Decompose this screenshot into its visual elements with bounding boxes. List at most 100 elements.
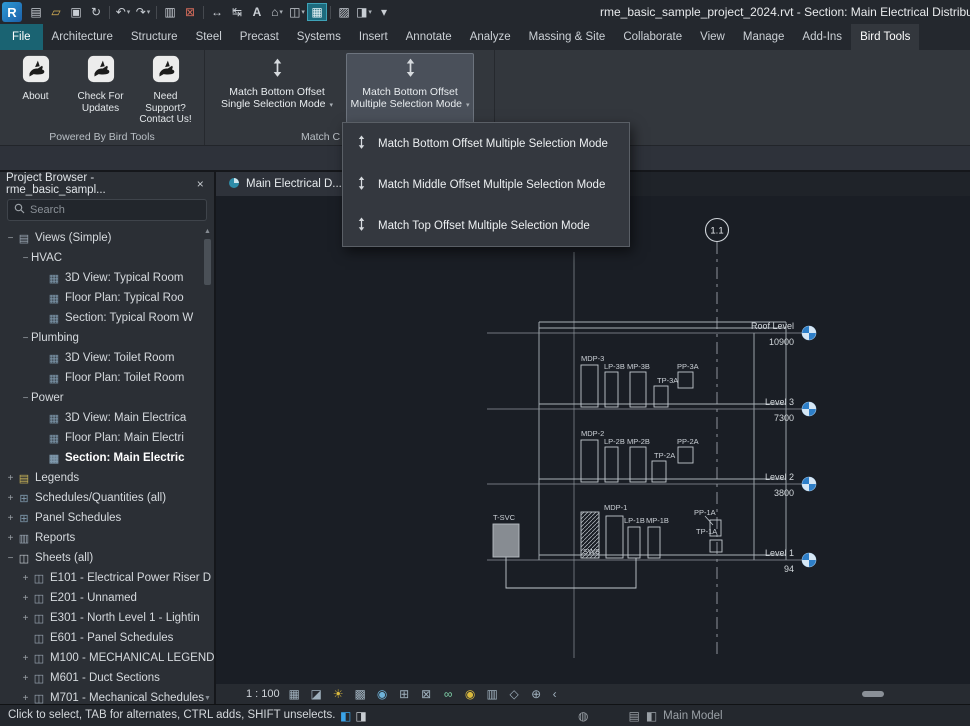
- section-icon[interactable]: ◫▾: [287, 3, 307, 21]
- render-icon[interactable]: ▦: [307, 3, 327, 21]
- tree-item-hvac[interactable]: −HVAC: [0, 248, 214, 268]
- expander-icon[interactable]: −: [20, 253, 31, 264]
- tree-item-floor-plan-typical-roo[interactable]: ▦Floor Plan: Typical Roo: [0, 288, 214, 308]
- ribbon-tab-collaborate[interactable]: Collaborate: [614, 24, 691, 50]
- revit-logo[interactable]: R: [2, 2, 22, 22]
- dropdown-caret-icon[interactable]: ▾: [127, 8, 131, 16]
- scrollbar-thumb[interactable]: [204, 239, 211, 285]
- menu-item-match-bottom-offset-multiple-selection-mode[interactable]: Match Bottom Offset Multiple Selection M…: [343, 123, 629, 164]
- tree-item-power[interactable]: −Power: [0, 388, 214, 408]
- tree-item-floor-plan-toilet-room[interactable]: ▦Floor Plan: Toilet Room: [0, 368, 214, 388]
- expander-icon[interactable]: +: [5, 533, 16, 544]
- editable-items-icon[interactable]: ◍: [578, 709, 588, 723]
- view-tab-main-electrical[interactable]: Main Electrical D...: [216, 172, 355, 196]
- ribbon-tab-add-ins[interactable]: Add-Ins: [793, 24, 851, 50]
- temporary-hide-icon[interactable]: ∞: [441, 687, 456, 701]
- document-icon[interactable]: ▤: [26, 3, 46, 21]
- qat-customize-icon[interactable]: ▾: [374, 3, 394, 21]
- thin-lines-icon[interactable]: ▨: [334, 3, 354, 21]
- show-crop-icon[interactable]: ⊠: [419, 687, 434, 701]
- ribbon-tab-annotate[interactable]: Annotate: [397, 24, 461, 50]
- expander-icon[interactable]: +: [20, 693, 31, 704]
- expander-icon[interactable]: −: [5, 233, 16, 244]
- expander-icon[interactable]: +: [5, 473, 16, 484]
- section-drawing[interactable]: 1.1MDP-3LP-3BMP-3BTP-3APP-3AMDP-2LP-2BMP…: [216, 196, 970, 684]
- level-level-1[interactable]: Level 194: [765, 548, 816, 574]
- tree-item-e101-electrical-power-riser-d[interactable]: +◫E101 - Electrical Power Riser D: [0, 568, 214, 588]
- tree-item-views-simple[interactable]: −▤Views (Simple): [0, 228, 214, 248]
- tree-item-plumbing[interactable]: −Plumbing: [0, 328, 214, 348]
- check-for-updates-button[interactable]: Check For Updates: [68, 53, 133, 127]
- tree-item-sheets-all[interactable]: −◫Sheets (all): [0, 548, 214, 568]
- temporary-view-properties-icon[interactable]: ▥: [485, 687, 500, 701]
- project-browser-header[interactable]: Project Browser - rme_basic_sampl... ×: [0, 172, 214, 196]
- aligned-dimension-icon[interactable]: ↹: [227, 3, 247, 21]
- active-workset-icon[interactable]: ▤: [628, 709, 639, 723]
- sun-path-icon[interactable]: ☀: [331, 687, 346, 701]
- tree-item-e301-north-level-1-lightin[interactable]: +◫E301 - North Level 1 - Lightin: [0, 608, 214, 628]
- more-controls-icon[interactable]: ‹: [553, 687, 557, 701]
- search-input[interactable]: [30, 204, 200, 216]
- tree-item-reports[interactable]: +▥Reports: [0, 528, 214, 548]
- level-level-3[interactable]: Level 37300: [765, 397, 816, 423]
- measure-icon[interactable]: ↔: [207, 3, 227, 21]
- expander-icon[interactable]: +: [20, 573, 31, 584]
- drawing-canvas[interactable]: 1.1MDP-3LP-3BMP-3BTP-3APP-3AMDP-2LP-2BMP…: [216, 196, 970, 684]
- tree-item-schedules-quantities-all[interactable]: +⊞Schedules/Quantities (all): [0, 488, 214, 508]
- tree-item-floor-plan-main-electri[interactable]: ▦Floor Plan: Main Electri: [0, 428, 214, 448]
- scroll-up-icon[interactable]: ▲: [204, 228, 211, 235]
- expander-icon[interactable]: +: [20, 613, 31, 624]
- worksharing-status-icon[interactable]: ◧: [340, 709, 351, 723]
- tree-item-3d-view-toilet-room[interactable]: ▦3D View: Toilet Room: [0, 348, 214, 368]
- tree-item-3d-view-typical-room[interactable]: ▦3D View: Typical Room: [0, 268, 214, 288]
- ribbon-tab-systems[interactable]: Systems: [288, 24, 350, 50]
- close-hidden-windows-icon[interactable]: ⊠: [180, 3, 200, 21]
- level-roof-level[interactable]: Roof Level10900: [751, 321, 816, 347]
- dropdown-caret-icon[interactable]: ▾: [368, 8, 372, 16]
- dropdown-caret-icon[interactable]: ▾: [279, 8, 283, 16]
- shadows-icon[interactable]: ▩: [353, 687, 368, 701]
- horizontal-scrollbar[interactable]: [632, 690, 962, 698]
- design-options-value[interactable]: Main Model: [663, 710, 722, 722]
- menu-item-match-top-offset-multiple-selection-mode[interactable]: Match Top Offset Multiple Selection Mode: [343, 205, 629, 246]
- rendering-icon[interactable]: ◉: [375, 687, 390, 701]
- undo-icon[interactable]: ↶▾: [113, 3, 133, 21]
- design-options-icon[interactable]: ◧: [646, 709, 657, 723]
- level-level-2[interactable]: Level 23800: [765, 472, 816, 498]
- expander-icon[interactable]: −: [20, 333, 31, 344]
- expander-icon[interactable]: +: [5, 493, 16, 504]
- detail-level-icon[interactable]: ▦: [287, 687, 302, 701]
- print-icon[interactable]: ▥: [160, 3, 180, 21]
- expander-icon[interactable]: +: [20, 593, 31, 604]
- tree-item-panel-schedules[interactable]: +⊞Panel Schedules: [0, 508, 214, 528]
- visual-style-icon[interactable]: ◪: [309, 687, 324, 701]
- dropdown-caret-icon[interactable]: ▾: [147, 8, 151, 16]
- sync-icon[interactable]: ↻: [86, 3, 106, 21]
- tree-item-m701-mechanical-schedules[interactable]: +◫M701 - Mechanical Schedules: [0, 688, 214, 704]
- ribbon-tab-precast[interactable]: Precast: [231, 24, 288, 50]
- reveal-hidden-icon[interactable]: ◉: [463, 687, 478, 701]
- dropdown-caret-icon[interactable]: ▾: [301, 8, 305, 16]
- text-icon[interactable]: A: [247, 3, 267, 21]
- sync-status-icon[interactable]: ◨: [355, 709, 366, 723]
- expander-icon[interactable]: −: [20, 393, 31, 404]
- tree-item-section-typical-room-w[interactable]: ▦Section: Typical Room W: [0, 308, 214, 328]
- tree-item-e601-panel-schedules[interactable]: ◫E601 - Panel Schedules: [0, 628, 214, 648]
- open-icon[interactable]: ▱: [46, 3, 66, 21]
- ribbon-tab-massing-site[interactable]: Massing & Site: [520, 24, 615, 50]
- tree-item-legends[interactable]: +▤Legends: [0, 468, 214, 488]
- ribbon-tab-steel[interactable]: Steel: [187, 24, 231, 50]
- menu-item-match-middle-offset-multiple-selection-mode[interactable]: Match Middle Offset Multiple Selection M…: [343, 164, 629, 205]
- tree-scrollbar[interactable]: ▲ ▼: [202, 228, 213, 702]
- ribbon-tab-architecture[interactable]: Architecture: [43, 24, 122, 50]
- ribbon-tab-analyze[interactable]: Analyze: [461, 24, 520, 50]
- expander-icon[interactable]: +: [20, 653, 31, 664]
- tree-item-3d-view-main-electrica[interactable]: ▦3D View: Main Electrica: [0, 408, 214, 428]
- ribbon-tab-insert[interactable]: Insert: [350, 24, 397, 50]
- default-3d-view-icon[interactable]: ⌂▾: [267, 3, 287, 21]
- about-button[interactable]: About: [3, 53, 68, 127]
- save-icon[interactable]: ▣: [66, 3, 86, 21]
- expander-icon[interactable]: +: [20, 673, 31, 684]
- redo-icon[interactable]: ↷▾: [133, 3, 153, 21]
- scrollbar-thumb[interactable]: [862, 691, 884, 697]
